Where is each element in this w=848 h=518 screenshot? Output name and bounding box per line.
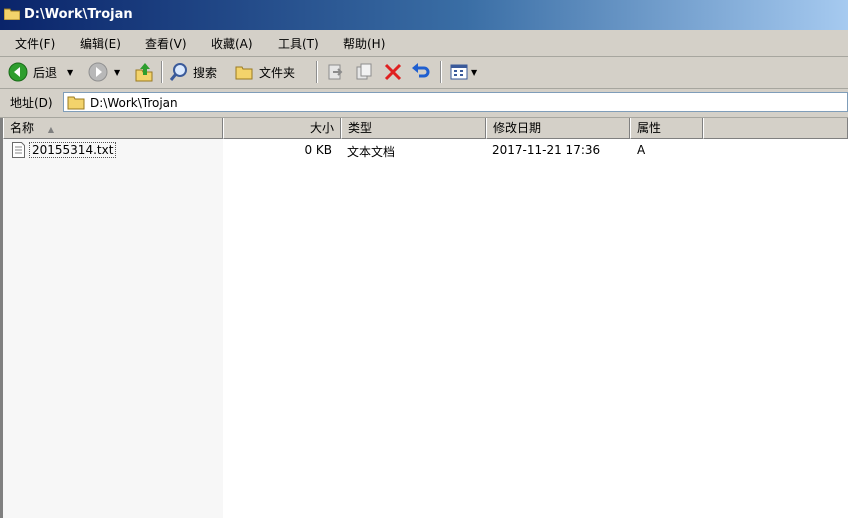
sorted-column-highlight: [3, 139, 223, 518]
folders-button[interactable]: 文件夹: [234, 61, 295, 83]
forward-dropdown-icon[interactable]: ▼: [114, 68, 120, 77]
move-to-icon: [328, 64, 343, 80]
column-header-attributes[interactable]: 属性: [630, 118, 703, 139]
search-label: 搜索: [193, 65, 218, 80]
file-list[interactable]: 名称 ▲ 大小 类型 修改日期 属性 20155314.txt 0 KB 文本文…: [0, 118, 848, 518]
back-dropdown-icon[interactable]: ▼: [67, 68, 73, 77]
menu-help[interactable]: 帮助(H): [343, 35, 385, 52]
folders-icon: [235, 66, 253, 80]
menu-bar: 文件(F) 编辑(E) 查看(V) 收藏(A) 工具(T) 帮助(H): [0, 30, 848, 57]
toolbar: 后退 ▼ ▼ 搜索 文件夹 ▼: [0, 57, 848, 89]
move-to-button[interactable]: [325, 61, 345, 83]
file-name[interactable]: 20155314.txt: [29, 142, 117, 158]
forward-icon: [88, 62, 108, 82]
column-header-size[interactable]: 大小: [223, 118, 341, 139]
file-size: 0 KB: [304, 143, 332, 157]
column-type-label: 类型: [348, 121, 373, 135]
toolbar-separator: [440, 61, 442, 83]
toolbar-separator: [316, 61, 318, 83]
back-label: 后退: [33, 65, 58, 80]
list-header: 名称 ▲ 大小 类型 修改日期 属性: [3, 118, 848, 139]
column-header-filler: [703, 118, 848, 139]
search-button[interactable]: 搜索: [169, 61, 217, 83]
delete-button[interactable]: [383, 61, 403, 83]
copy-to-button[interactable]: [354, 61, 374, 83]
window-title: D:\Work\Trojan: [24, 7, 133, 22]
text-file-icon: [12, 142, 25, 158]
folder-icon: [4, 8, 20, 20]
address-label: 地址(D): [10, 96, 53, 110]
toolbar-separator: [161, 61, 163, 83]
views-button[interactable]: ▼: [449, 61, 477, 83]
back-button[interactable]: 后退 ▼: [8, 61, 73, 83]
undo-button[interactable]: [411, 61, 431, 83]
address-value: D:\Work\Trojan: [90, 96, 178, 110]
up-folder-icon: [135, 63, 153, 82]
file-attributes: A: [637, 143, 646, 157]
views-dropdown-icon[interactable]: ▼: [471, 68, 477, 77]
address-input[interactable]: D:\Work\Trojan: [63, 92, 848, 112]
folder-icon: [67, 96, 85, 110]
copy-to-icon: [356, 63, 372, 80]
column-modified-label: 修改日期: [493, 121, 542, 135]
menu-view[interactable]: 查看(V): [145, 35, 187, 52]
column-header-name[interactable]: 名称 ▲: [3, 118, 223, 139]
title-bar: D:\Work\Trojan: [0, 0, 848, 30]
column-header-type[interactable]: 类型: [341, 118, 486, 139]
file-type: 文本文档: [347, 145, 396, 159]
address-bar: 地址(D) D:\Work\Trojan: [0, 89, 848, 118]
delete-icon: [384, 63, 402, 81]
back-icon: [8, 62, 28, 82]
views-icon: [450, 64, 468, 80]
folders-label: 文件夹: [259, 65, 296, 80]
menu-file[interactable]: 文件(F): [15, 35, 55, 52]
undo-icon: [412, 63, 430, 78]
menu-edit[interactable]: 编辑(E): [80, 35, 121, 52]
menu-tools[interactable]: 工具(T): [278, 35, 319, 52]
column-size-label: 大小: [309, 121, 334, 135]
menu-favorites[interactable]: 收藏(A): [211, 35, 253, 52]
sort-ascending-icon: ▲: [47, 125, 54, 134]
column-header-modified[interactable]: 修改日期: [486, 118, 630, 139]
forward-button[interactable]: ▼: [88, 61, 120, 83]
up-button[interactable]: [134, 61, 154, 83]
column-attributes-label: 属性: [637, 121, 662, 135]
file-modified: 2017-11-21 17:36: [492, 143, 601, 157]
column-name-label: 名称: [10, 121, 35, 135]
search-icon: [169, 63, 187, 81]
table-row[interactable]: 20155314.txt 0 KB 文本文档 2017-11-21 17:36 …: [3, 141, 848, 159]
